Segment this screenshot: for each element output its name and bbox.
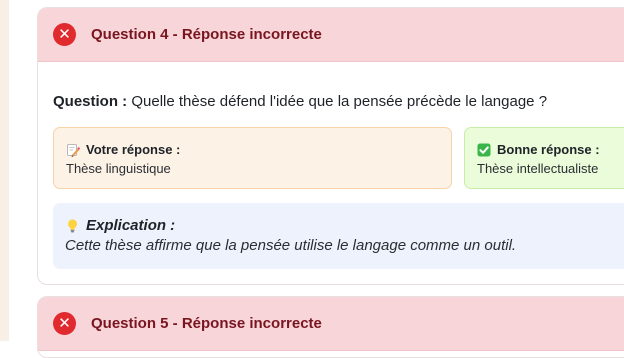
- your-answer-label: Votre réponse :: [86, 142, 181, 157]
- question-card: ✕ Question 5 - Réponse incorrecte: [37, 296, 624, 358]
- question-card: ✕ Question 4 - Réponse incorrecte Questi…: [37, 7, 624, 285]
- your-answer-heading: Votre réponse :: [66, 142, 439, 157]
- correct-answer-value: Thèse intellectualiste: [477, 161, 599, 176]
- explanation-label: Explication :: [86, 217, 176, 234]
- question-prompt: Question : Quelle thèse défend l'idée qu…: [53, 93, 547, 110]
- explanation-text: Cette thèse affirme que la pensée utilis…: [65, 237, 517, 254]
- question-header[interactable]: ✕ Question 5 - Réponse incorrecte: [38, 297, 624, 351]
- question-label: Question :: [53, 93, 128, 110]
- question-header[interactable]: ✕ Question 4 - Réponse incorrecte: [38, 8, 624, 62]
- explanation-heading: Explication :: [65, 217, 624, 234]
- light-bulb-icon: [68, 219, 77, 233]
- x-circle-icon: ✕: [53, 23, 76, 46]
- correct-answer-heading: Bonne réponse :: [477, 142, 624, 157]
- x-circle-icon: ✕: [53, 312, 76, 335]
- memo-pencil-icon: [67, 143, 80, 157]
- correct-answer-box: Bonne réponse : Thèse intellectualiste: [464, 127, 624, 189]
- question-title: Question 5 - Réponse incorrecte: [91, 315, 322, 332]
- question-title: Question 4 - Réponse incorrecte: [91, 26, 322, 43]
- your-answer-box: Votre réponse : Thèse linguistique: [53, 127, 452, 189]
- question-text: Quelle thèse défend l'idée que la pensée…: [131, 93, 548, 110]
- check-mark-button-icon: [477, 143, 491, 156]
- explanation-box: Explication : Cette thèse affirme que la…: [53, 203, 624, 269]
- correct-answer-label: Bonne réponse :: [497, 142, 600, 157]
- left-rail: [0, 0, 9, 341]
- your-answer-value: Thèse linguistique: [66, 161, 171, 176]
